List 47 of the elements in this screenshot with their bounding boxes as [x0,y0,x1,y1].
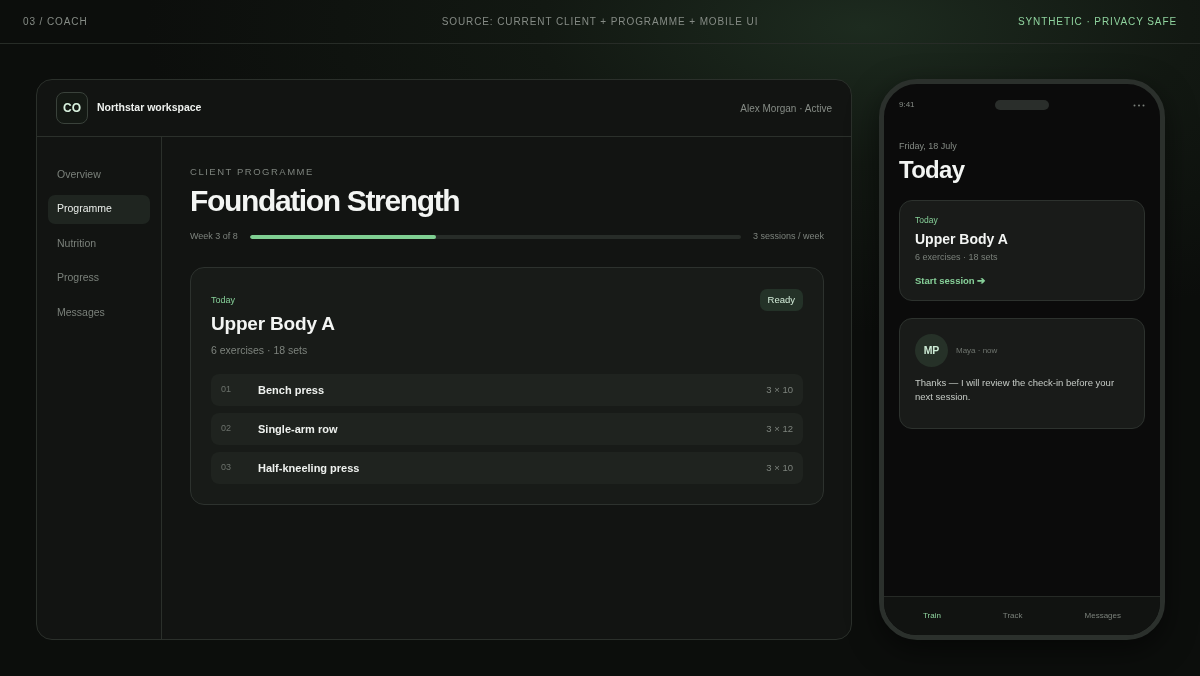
message-sender: Maya · now [956,344,998,357]
sidebar-nav-item[interactable]: Overview [48,160,150,189]
session-summary: 6 exercises · 18 sets [211,343,308,357]
camera-notch [995,100,1049,110]
workspace-logo: CO [56,92,88,124]
exercise-row[interactable]: 03 Half-kneeling press 3 × 10 [211,452,803,484]
exercise-number: 01 [221,383,232,397]
phone-date: Friday, 18 July [899,140,957,152]
tab-bar-item[interactable]: Messages [1084,610,1121,622]
tab-bar-item[interactable]: Train [922,610,941,622]
sidebar-nav-item[interactable]: Nutrition [48,229,150,258]
slide-label: 03 / COACH [23,15,88,29]
session-summary: 6 exercises · 18 sets [915,251,998,263]
tab-bar-item[interactable]: Track [1002,610,1023,622]
start-session-link[interactable]: Start session ➔ [915,275,986,287]
section-eyebrow: CLIENT PROGRAMME [190,166,314,178]
exercise-sets: 3 × 10 [766,460,793,475]
phone-heading: Today [899,156,965,184]
sidebar-nav-item[interactable]: Messages [48,298,150,327]
exercise-number: 03 [221,461,232,475]
avatar-initials: MP [915,334,948,367]
status-badge: Ready [759,289,803,311]
client-status: Alex Morgan · Active [740,101,832,116]
more-icon[interactable] [1133,103,1145,107]
session-day-tag: Today [915,215,938,226]
exercise-name: Single-arm row [258,421,338,437]
exercise-name: Half-kneeling press [258,460,360,476]
sessions-per-week: 3 sessions / week [752,230,824,244]
status-time: 9:41 [899,99,915,111]
exercise-number: 02 [221,422,232,436]
sidebar-nav-item[interactable]: Programme [48,194,150,224]
session-day-tag: Today [211,294,236,306]
source-caption: SOURCE: CURRENT CLIENT + PROGRAMME + MOBILE UI [441,15,759,29]
exercise-sets: 3 × 12 [766,421,793,436]
sidebar-nav-item[interactable]: Progress [48,263,150,293]
workspace-name: Northstar workspace [97,100,202,116]
session-title: Upper Body A [915,230,1008,248]
exercise-name: Bench press [258,382,325,398]
exercise-row[interactable]: 01 Bench press 3 × 10 [211,374,803,406]
message-text: Thanks — I will review the check-in before your next session. [915,376,1116,404]
session-card[interactable]: Today Upper Body A 6 exercises · 18 sets Start session ➔ [899,200,1145,301]
privacy-caption: SYNTHETIC · PRIVACY SAFE [1017,15,1177,29]
programme-title: Foundation Strength [190,183,460,219]
session-title: Upper Body A [211,312,335,336]
exercise-sets: 3 × 10 [766,382,793,397]
week-progress-label: Week 3 of 8 [190,230,238,244]
exercise-row[interactable]: 02 Single-arm row 3 × 12 [211,413,803,445]
